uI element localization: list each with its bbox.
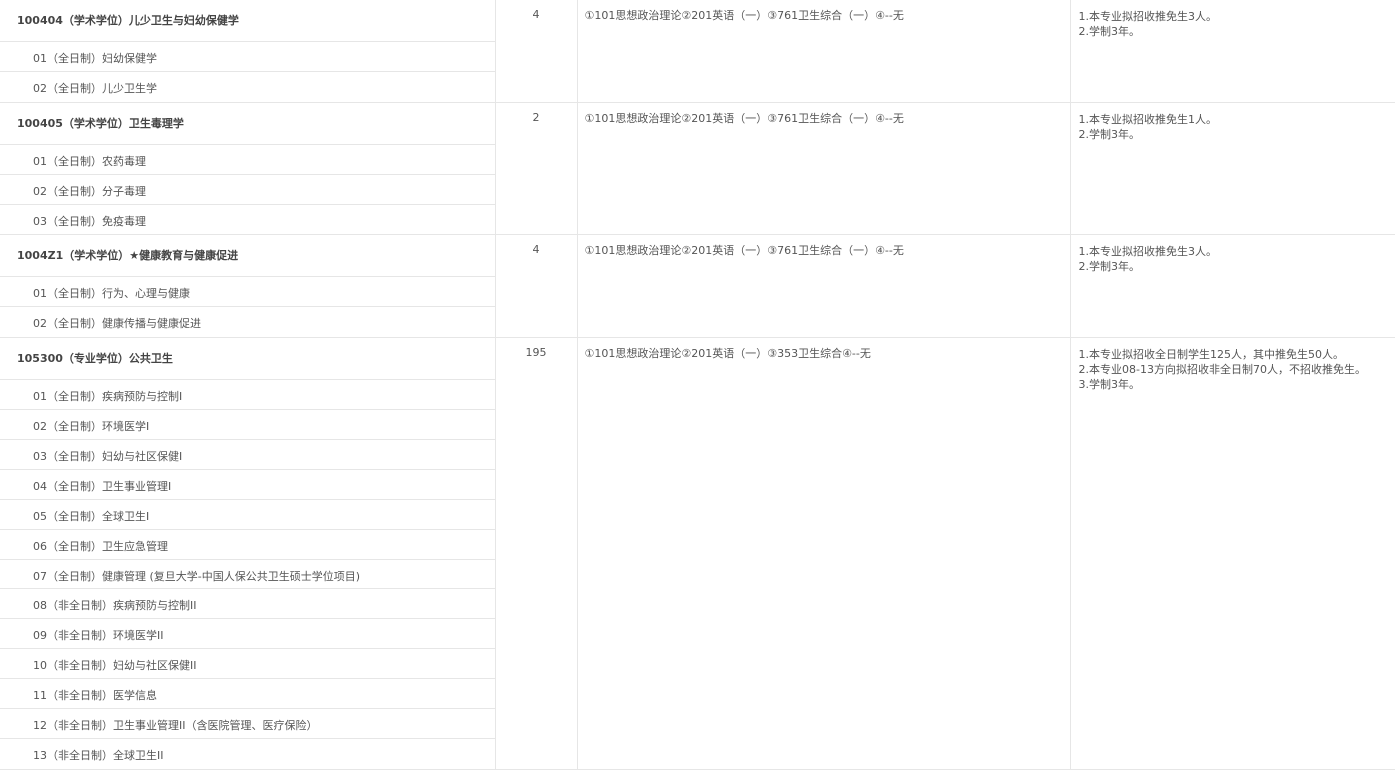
note-line: 1.本专业拟招收推免生1人。 bbox=[1079, 112, 1395, 127]
direction-item: 05（全日制）全球卫生I bbox=[0, 500, 495, 530]
notes-cell: 1.本专业拟招收推免生3人。 2.学制3年。 bbox=[1070, 0, 1395, 102]
direction-item: 01（全日制）行为、心理与健康 bbox=[0, 277, 495, 307]
exam-subjects: ①101思想政治理论②201英语（一）③761卫生综合（一）④--无 bbox=[577, 235, 1070, 338]
major-row: 1004Z1（学术学位）★健康教育与健康促进 01（全日制）行为、心理与健康 0… bbox=[0, 235, 1395, 338]
direction-item: 11（非全日制）医学信息 bbox=[0, 679, 495, 709]
direction-item: 10（非全日制）妇幼与社区保健II bbox=[0, 649, 495, 679]
direction-item: 09（非全日制）环境医学II bbox=[0, 619, 495, 649]
direction-item: 08（非全日制）疾病预防与控制II bbox=[0, 589, 495, 619]
note-line: 1.本专业拟招收全日制学生125人，其中推免生50人。 bbox=[1079, 347, 1395, 362]
direction-item: 07（全日制）健康管理 (复旦大学-中国人保公共卫生硕士学位项目) bbox=[0, 560, 495, 590]
program-table: 100404（学术学位）儿少卫生与妇幼保健学 01（全日制）妇幼保健学 02（全… bbox=[0, 0, 1395, 770]
major-row: 100405（学术学位）卫生毒理学 01（全日制）农药毒理 02（全日制）分子毒… bbox=[0, 102, 1395, 235]
direction-item: 02（全日制）儿少卫生学 bbox=[0, 72, 495, 102]
notes-cell: 1.本专业拟招收全日制学生125人，其中推免生50人。 2.本专业08-13方向… bbox=[1070, 338, 1395, 770]
direction-item: 06（全日制）卫生应急管理 bbox=[0, 530, 495, 560]
exam-subjects: ①101思想政治理论②201英语（一）③761卫生综合（一）④--无 bbox=[577, 0, 1070, 102]
direction-item: 02（全日制）健康传播与健康促进 bbox=[0, 307, 495, 337]
major-name-cell: 1004Z1（学术学位）★健康教育与健康促进 01（全日制）行为、心理与健康 0… bbox=[0, 235, 495, 338]
direction-item: 12（非全日制）卫生事业管理II（含医院管理、医疗保险） bbox=[0, 709, 495, 739]
note-line: 2.学制3年。 bbox=[1079, 24, 1395, 39]
note-line: 2.学制3年。 bbox=[1079, 259, 1395, 274]
note-line: 3.学制3年。 bbox=[1079, 377, 1395, 392]
direction-item: 03（全日制）妇幼与社区保健I bbox=[0, 440, 495, 470]
notes-cell: 1.本专业拟招收推免生1人。 2.学制3年。 bbox=[1070, 102, 1395, 235]
note-line: 2.学制3年。 bbox=[1079, 127, 1395, 142]
enrollment-count: 195 bbox=[495, 338, 577, 770]
major-title: 100405（学术学位）卫生毒理学 bbox=[0, 103, 495, 145]
direction-item: 03（全日制）免疫毒理 bbox=[0, 205, 495, 235]
major-title: 105300（专业学位）公共卫生 bbox=[0, 338, 495, 380]
direction-item: 01（全日制）农药毒理 bbox=[0, 145, 495, 175]
major-name-cell: 105300（专业学位）公共卫生 01（全日制）疾病预防与控制I 02（全日制）… bbox=[0, 338, 495, 770]
note-line: 2.本专业08-13方向拟招收非全日制70人，不招收推免生。 bbox=[1079, 362, 1395, 377]
exam-subjects: ①101思想政治理论②201英语（一）③761卫生综合（一）④--无 bbox=[577, 102, 1070, 235]
direction-item: 13（非全日制）全球卫生II bbox=[0, 739, 495, 769]
note-line: 1.本专业拟招收推免生3人。 bbox=[1079, 244, 1395, 259]
direction-item: 01（全日制）妇幼保健学 bbox=[0, 42, 495, 72]
major-row: 100404（学术学位）儿少卫生与妇幼保健学 01（全日制）妇幼保健学 02（全… bbox=[0, 0, 1395, 102]
major-row: 105300（专业学位）公共卫生 01（全日制）疾病预防与控制I 02（全日制）… bbox=[0, 338, 1395, 770]
direction-item: 02（全日制）分子毒理 bbox=[0, 175, 495, 205]
direction-item: 02（全日制）环境医学I bbox=[0, 410, 495, 440]
major-name-cell: 100404（学术学位）儿少卫生与妇幼保健学 01（全日制）妇幼保健学 02（全… bbox=[0, 0, 495, 102]
direction-item: 01（全日制）疾病预防与控制I bbox=[0, 380, 495, 410]
notes-cell: 1.本专业拟招收推免生3人。 2.学制3年。 bbox=[1070, 235, 1395, 338]
enrollment-count: 2 bbox=[495, 102, 577, 235]
enrollment-count: 4 bbox=[495, 0, 577, 102]
enrollment-count: 4 bbox=[495, 235, 577, 338]
major-name-cell: 100405（学术学位）卫生毒理学 01（全日制）农药毒理 02（全日制）分子毒… bbox=[0, 102, 495, 235]
direction-item: 04（全日制）卫生事业管理I bbox=[0, 470, 495, 500]
major-title: 1004Z1（学术学位）★健康教育与健康促进 bbox=[0, 235, 495, 277]
major-title: 100404（学术学位）儿少卫生与妇幼保健学 bbox=[0, 0, 495, 42]
exam-subjects: ①101思想政治理论②201英语（一）③353卫生综合④--无 bbox=[577, 338, 1070, 770]
note-line: 1.本专业拟招收推免生3人。 bbox=[1079, 9, 1395, 24]
